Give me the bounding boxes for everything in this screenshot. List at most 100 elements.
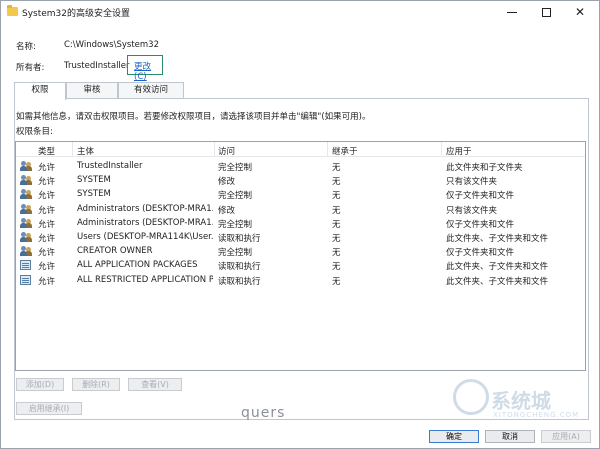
column-header-access[interactable]: 访问 [218,145,235,157]
table-row[interactable]: 允许 ALL APPLICATION PACKAGES 读取和执行 无 此文件夹、子文件… [16,258,585,272]
user-group-icon [20,217,32,228]
name-value: C:\Windows\System32 [64,40,159,50]
principal-cell: ALL RESTRICTED APPLICATION P... [77,274,213,285]
type-cell: 允许 [38,262,56,273]
principal-cell: Administrators (DESKTOP-MRA1... [77,217,213,228]
applies-to-cell: 此文件夹和子文件夹 [446,163,523,173]
user-group-icon [20,203,32,214]
principal-cell: Users (DESKTOP-MRA114K\User... [77,232,213,242]
change-owner-label: 更改(C) [134,62,152,82]
minimize-icon [507,11,517,13]
instructions-text: 如需其他信息，请双击权限项目。若要修改权限项目，请选择该项目并单击"编辑"(如果… [16,112,371,122]
access-cell: 完全控制 [218,219,253,230]
user-group-icon [20,189,32,200]
access-cell: 修改 [218,205,236,216]
applies-to-cell: 仅子文件夹和文件 [446,248,515,259]
add-button[interactable]: 添加(D) [16,378,64,391]
close-icon: ✕ [574,5,586,19]
table-row[interactable]: 允许 SYSTEM 完全控制 无 仅子文件夹和文件 [16,187,585,201]
inherited-from-cell: 无 [332,205,341,216]
user-group-icon [20,161,32,171]
access-cell: 完全控制 [218,163,253,173]
tab-permissions[interactable]: 权限 [14,82,66,100]
type-cell: 允许 [38,234,56,244]
column-header-type[interactable]: 类型 [38,145,55,157]
table-row[interactable]: 允许 CREATOR OWNER 完全控制 无 仅子文件夹和文件 [16,244,585,258]
type-cell: 允许 [38,177,56,188]
package-icon [20,260,32,271]
type-cell: 允许 [38,248,56,259]
permission-entries-label: 权限条目: [16,127,53,137]
title-bar[interactable]: System32的高级安全设置 ✕ [1,1,599,23]
apply-button[interactable]: 应用(A) [541,430,591,443]
table-row[interactable]: 允许 Users (DESKTOP-MRA114K\User... 读取和执行 无 此文… [16,230,585,244]
table-header: 类型 主体 访问 继承于 应用于 [16,142,585,157]
inherited-from-cell: 无 [332,234,341,244]
type-cell: 允许 [38,276,56,287]
column-divider[interactable] [214,142,215,157]
column-divider[interactable] [441,142,442,157]
type-cell: 允许 [38,163,56,173]
applies-to-cell: 此文件夹、子文件夹和文件 [446,234,549,244]
applies-to-cell: 仅子文件夹和文件 [446,191,515,202]
table-row[interactable]: 允许 Administrators (DESKTOP-MRA1... 修改 无 只有该文… [16,202,585,216]
table-row[interactable]: 允许 SYSTEM 修改 无 只有该文件夹 [16,173,585,187]
enable-inheritance-button[interactable]: 启用继承(I) [16,402,82,415]
remove-button[interactable]: 删除(R) [72,378,120,391]
cancel-button[interactable]: 取消 [485,430,535,443]
inherited-from-cell: 无 [332,248,341,259]
inherited-from-cell: 无 [332,177,341,188]
window-title: System32的高级安全设置 [22,9,131,19]
permission-entries-table[interactable]: 类型 主体 访问 继承于 应用于 允许 TrustedInstaller 完全控制无… [15,141,586,371]
site-logo-watermark: 系统城 XITONGCHENG.COM [453,371,593,431]
principal-cell: ALL APPLICATION PACKAGES [77,260,198,271]
view-button[interactable]: 查看(V) [128,378,182,391]
inherited-from-cell: 无 [332,191,341,202]
type-cell: 允许 [38,219,56,230]
access-cell: 完全控制 [218,248,253,259]
principal-cell: CREATOR OWNER [77,246,153,257]
access-cell: 读取和执行 [218,262,261,273]
applies-to-cell: 只有该文件夹 [446,177,498,188]
maximize-icon [541,7,551,17]
user-group-icon [20,232,32,242]
folder-icon [7,5,18,16]
tab-auditing[interactable]: 审核 [66,82,118,99]
user-group-icon [20,246,32,257]
applies-to-cell: 只有该文件夹 [446,205,498,216]
type-cell: 允许 [38,205,56,216]
ok-button[interactable]: 确定 [429,430,479,443]
applies-to-cell: 此文件夹、子文件夹和文件 [446,262,549,273]
owner-value: TrustedInstaller [64,61,130,71]
column-divider[interactable] [72,142,73,157]
package-icon [20,274,32,285]
inherited-from-cell: 无 [332,219,341,230]
inherited-from-cell: 无 [332,276,341,287]
access-cell: 完全控制 [218,191,253,202]
principal-cell: Administrators (DESKTOP-MRA1... [77,203,213,214]
change-owner-link[interactable]: 更改(C) [127,55,163,82]
table-row[interactable]: 允许 Administrators (DESKTOP-MRA1... 完全控制 无 仅子… [16,216,585,230]
tab-effective-access[interactable]: 有效访问 [118,82,184,99]
logo-text: 系统城 [491,389,551,413]
principal-cell: TrustedInstaller [77,161,143,171]
principal-cell: SYSTEM [77,175,111,186]
table-row[interactable]: 允许 ALL RESTRICTED APPLICATION P... 读取和执行 无 此… [16,273,585,287]
minimize-button[interactable] [495,1,529,23]
table-row[interactable]: 允许 TrustedInstaller 完全控制 无 此文件夹和子文件夹 [16,159,585,173]
advanced-security-settings-window: System32的高级安全设置 ✕ 名称: C:\Windows\System3… [0,0,600,449]
name-label: 名称: [16,42,36,52]
column-header-principal[interactable]: 主体 [77,145,94,157]
maximize-button[interactable] [529,1,563,23]
close-button[interactable]: ✕ [563,1,597,23]
access-cell: 读取和执行 [218,276,261,287]
watermark-text: quers [241,405,286,421]
column-divider[interactable] [327,142,328,157]
logo-subtext: XITONGCHENG.COM [493,411,580,419]
user-group-icon [20,175,32,186]
column-header-inherited-from[interactable]: 继承于 [332,145,358,157]
applies-to-cell: 此文件夹、子文件夹和文件 [446,276,549,287]
column-header-applies-to[interactable]: 应用于 [446,145,472,157]
principal-cell: SYSTEM [77,189,111,200]
inherited-from-cell: 无 [332,163,341,173]
